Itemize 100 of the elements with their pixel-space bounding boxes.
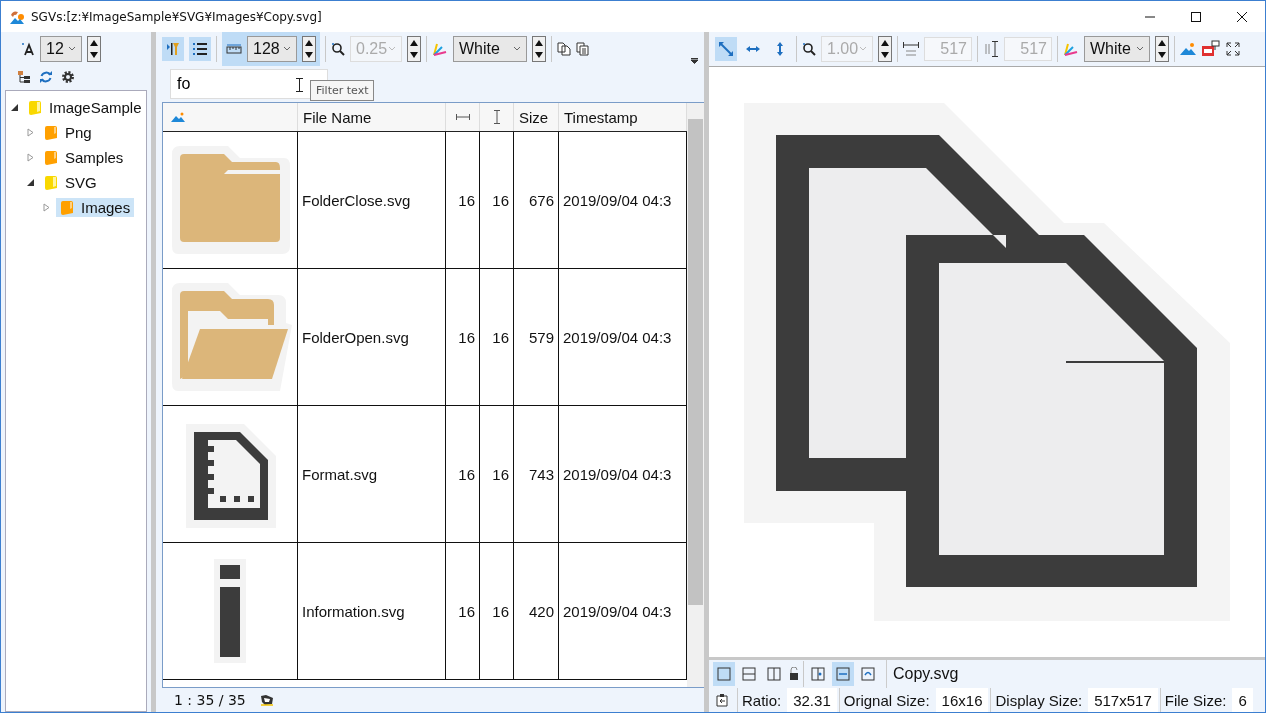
status-value: 16x16 [935,688,989,712]
color-palette-icon[interactable] [432,42,448,56]
file-name-cell: Format.svg [298,406,446,542]
width-cell: 16 [446,269,480,405]
height-cell: 16 [480,269,514,405]
list-toggle[interactable] [189,37,211,61]
folder-icon [60,199,74,216]
file-name-cell: Information.svg [298,543,446,679]
status-value: 6 [1232,688,1253,712]
fit-both-toggle[interactable] [715,37,737,61]
width-cell: 16 [446,543,480,679]
image-icon[interactable] [1180,42,1196,56]
expander-icon[interactable] [10,103,19,112]
chevron-icon [283,46,291,52]
combo-box[interactable]: 12 [40,36,82,62]
size-cell: 743 [514,406,559,542]
width-icon [455,114,470,120]
paste-icon[interactable] [576,42,590,56]
overflow-icon[interactable] [691,58,698,64]
width-icon [903,41,919,57]
tree-item[interactable]: SVG [40,173,101,192]
tree-view-icon[interactable] [17,70,31,84]
vertical-split-icon [766,666,782,682]
column-header[interactable]: Size [519,108,549,126]
single-toggle[interactable] [713,662,735,686]
spin-buttons[interactable] [87,36,101,62]
status-label: Display Size: [990,688,1087,712]
settings-icon[interactable] [61,70,75,84]
tooltip: Filter text [310,80,375,101]
chevron-icon [1136,46,1144,52]
copy-icon[interactable] [557,42,571,56]
folder-icon [28,99,42,116]
spin-buttons[interactable] [532,36,546,62]
status-value: 517x517 [1088,688,1158,712]
folder-icon [44,174,58,191]
spin-buttons[interactable] [878,36,892,62]
window-title: SGVs:[z:¥ImageSample¥SVG¥Images¥Copy.svg] [31,9,322,24]
spin-buttons[interactable] [302,36,316,62]
size-cell: 676 [514,132,559,268]
export-png-icon[interactable] [1201,40,1221,58]
column-header[interactable]: Timestamp [564,108,638,126]
height-icon [983,41,999,57]
folder-icon [44,124,58,141]
height-cell: 16 [480,543,514,679]
spin-buttons[interactable] [1155,36,1169,62]
height-cell: 16 [480,406,514,542]
app-icon [9,8,25,25]
tree-item[interactable]: ImageSample [24,98,146,117]
status-label: Orignal Size: [838,688,934,712]
column-header[interactable]: File Name [303,108,372,126]
height-cell: 16 [480,132,514,268]
status-label: File Size: [1159,688,1231,712]
tree-item[interactable]: Png [40,123,96,142]
single-pane-icon [716,666,732,682]
chevron-icon [388,46,396,52]
fit-left-icon [810,666,826,682]
zoom-icon [802,42,816,56]
filter-icon [165,41,181,57]
file-name-cell: FolderOpen.svg [298,269,446,405]
clipboard-icon[interactable] [715,693,729,707]
lock-icon[interactable] [788,667,800,681]
zoom-icon [331,42,345,56]
mode-b-toggle[interactable] [832,662,854,686]
status-label: Ratio: [737,688,786,712]
text-cursor-icon [296,78,303,92]
image-icon [171,112,185,122]
badge-icon [259,694,274,706]
combo-box[interactable]: White [1084,36,1150,62]
fullscreen-icon[interactable] [1226,42,1240,56]
combo-box[interactable]: White [453,36,527,62]
fit-width-icon [835,666,851,682]
expander-icon[interactable] [26,178,35,187]
width-cell: 16 [446,406,480,542]
item-count: 1 : 35 / 35 [174,692,246,708]
height-icon [493,110,500,124]
file-name-cell: FolderClose.svg [298,132,446,268]
spin-buttons[interactable] [407,36,421,62]
combo-box[interactable]: 128 [247,36,297,62]
chevron-icon [68,46,76,52]
width-cell: 16 [446,132,480,268]
filter-toggle[interactable] [162,37,184,61]
horizontal-split-icon [741,666,757,682]
ruler-icon [226,44,242,54]
maximize-icon[interactable] [1191,11,1201,22]
fit-arc-icon [860,666,876,682]
list-icon [192,41,208,57]
font-size-icon [21,42,35,56]
status-value: 32.31 [787,688,837,712]
color-palette-icon[interactable] [1063,42,1079,56]
diagonal-arrow-icon [718,41,734,57]
close-icon[interactable] [1237,11,1247,22]
chevron-icon [859,46,867,52]
size-cell: 420 [514,543,559,679]
size-cell: 579 [514,269,559,405]
folder-icon [44,149,58,166]
tree-item[interactable]: Samples [40,148,128,167]
scrollbar[interactable] [687,103,704,687]
chevron-icon [513,46,521,52]
refresh-icon[interactable] [39,70,53,84]
tree-item[interactable]: Images [56,198,135,217]
